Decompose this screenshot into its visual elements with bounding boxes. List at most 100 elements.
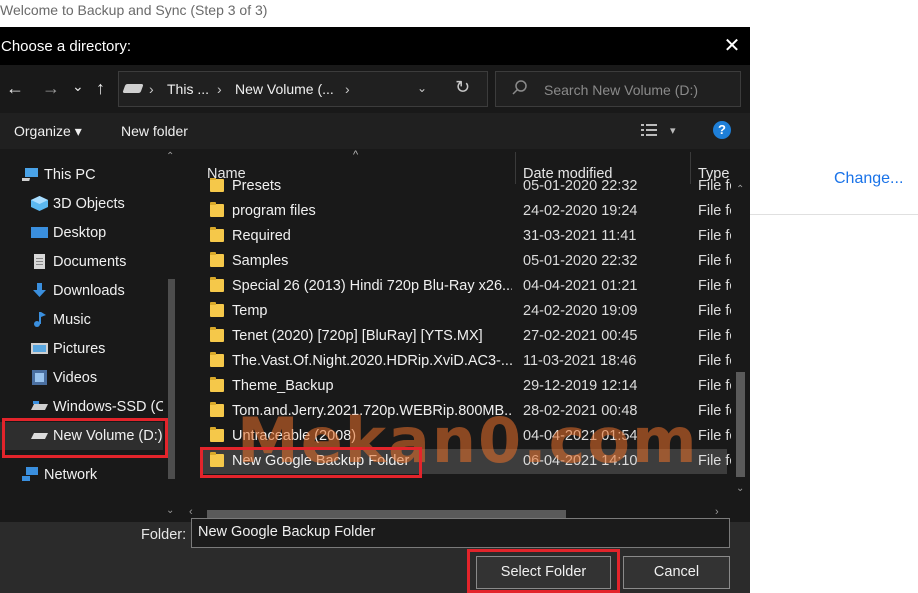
close-icon[interactable]: ✕ <box>718 33 746 59</box>
sidebar-item-3d-objects[interactable]: 3D Objects <box>0 190 168 218</box>
scroll-down-icon[interactable]: ⌄ <box>166 505 174 516</box>
new-folder-button[interactable]: New folder <box>121 123 188 139</box>
file-date: 31-03-2021 11:41 <box>523 228 637 244</box>
file-name: The.Vast.Of.Night.2020.HDRip.XviD.AC3-..… <box>232 353 512 369</box>
file-type: File fo <box>698 353 731 369</box>
file-type: File fo <box>698 228 731 244</box>
refresh-icon[interactable]: ↻ <box>455 77 470 98</box>
file-date: 05-01-2020 22:32 <box>523 253 638 269</box>
videos-icon <box>32 370 47 385</box>
file-name: Presets <box>232 178 282 194</box>
folder-icon <box>210 352 224 367</box>
sidebar-item-new-volume[interactable]: New Volume (D:) <box>0 422 168 450</box>
file-date: 11-03-2021 18:46 <box>523 353 637 369</box>
table-row[interactable]: Required 31-03-2021 11:41 File fo <box>203 224 731 249</box>
sidebar-item-documents[interactable]: Documents <box>0 248 168 276</box>
file-date: 05-01-2020 22:32 <box>523 178 638 194</box>
scroll-down-icon[interactable]: ⌄ <box>736 483 744 494</box>
table-row[interactable]: Special 26 (2013) Hindi 720p Blu-Ray x26… <box>203 274 731 299</box>
desktop-icon <box>31 227 48 238</box>
table-row[interactable]: The.Vast.Of.Night.2020.HDRip.XviD.AC3-..… <box>203 349 731 374</box>
file-type: File fo <box>698 328 731 344</box>
sidebar-item-label: 3D Objects <box>53 196 125 212</box>
search-icon <box>512 80 527 95</box>
downloads-icon <box>33 283 46 297</box>
sidebar-item-label: Videos <box>53 370 98 386</box>
cancel-button[interactable]: Cancel <box>623 556 730 589</box>
file-type: File fo <box>698 278 731 294</box>
scrollbar-thumb[interactable] <box>207 510 566 518</box>
sidebar-item-videos[interactable]: Videos <box>0 364 168 392</box>
file-type: File fo <box>698 428 731 444</box>
sidebar-item-pictures[interactable]: Pictures <box>0 335 168 363</box>
file-date: 04-04-2021 01:21 <box>523 278 638 294</box>
sidebar-item-this-pc[interactable]: This PC <box>0 161 168 189</box>
background-window-title: Welcome to Backup and Sync (Step 3 of 3) <box>0 2 268 18</box>
scroll-up-icon[interactable]: ⌃ <box>166 151 174 162</box>
drive-icon <box>31 401 48 410</box>
scrollbar-thumb[interactable] <box>736 372 745 477</box>
sidebar-item-music[interactable]: Music <box>0 306 168 334</box>
help-icon[interactable]: ? <box>713 121 731 139</box>
file-date: 24-02-2020 19:24 <box>523 203 638 219</box>
forward-arrow-icon[interactable]: → <box>42 77 60 99</box>
sidebar-item-network[interactable]: Network <box>0 461 168 489</box>
folder-icon <box>210 178 224 192</box>
folder-icon <box>210 377 224 392</box>
up-arrow-icon[interactable]: ↑ <box>96 77 105 99</box>
sidebar-item-label: Network <box>44 467 98 483</box>
search-box[interactable]: Search New Volume (D:) <box>495 71 741 107</box>
view-options-icon[interactable] <box>641 124 657 137</box>
scroll-left-icon[interactable]: ‹ <box>189 506 193 518</box>
sidebar-item-label: Pictures <box>53 341 106 357</box>
sidebar-scrollbar[interactable]: ⌃ ⌄ <box>163 149 181 522</box>
address-dropdown-icon[interactable]: ⌄ <box>417 81 427 95</box>
file-name: program files <box>232 203 316 219</box>
change-link[interactable]: Change... <box>834 170 903 188</box>
scroll-right-icon[interactable]: › <box>715 506 719 518</box>
table-row[interactable]: Presets 05-01-2020 22:32 File fo <box>203 178 731 199</box>
watermark: Mekan0.com <box>237 404 699 477</box>
sidebar-item-desktop[interactable]: Desktop <box>0 219 168 247</box>
folder-name-input[interactable]: New Google Backup Folder <box>191 518 730 548</box>
file-date: 27-02-2021 00:45 <box>523 328 638 344</box>
sidebar-item-windows-ssd[interactable]: Windows-SSD (C <box>0 393 168 421</box>
folder-icon <box>210 302 224 317</box>
dialog-titlebar: Choose a directory: ✕ <box>0 27 750 65</box>
drive-icon <box>31 433 48 439</box>
pictures-icon <box>31 343 48 354</box>
table-row[interactable]: Temp 24-02-2020 19:09 File fo <box>203 299 731 324</box>
sort-caret-icon: ^ <box>353 149 359 161</box>
address-bar[interactable]: › This ... › New Volume (... › ⌄ ↻ <box>118 71 488 107</box>
file-type: File fo <box>698 378 731 394</box>
drive-icon <box>122 84 144 93</box>
computer-icon <box>22 168 38 181</box>
folder-icon <box>210 202 224 217</box>
sidebar-item-label: Documents <box>53 254 127 270</box>
breadcrumb-separator-icon: › <box>149 81 154 97</box>
table-row[interactable]: program files 24-02-2020 19:24 File fo <box>203 199 731 224</box>
file-date: 29-12-2019 12:14 <box>523 378 638 394</box>
navigation-pane: This PC 3D Objects Desktop Documents Dow… <box>0 149 181 522</box>
toolbar: Organize ▾ New folder ▾ ? <box>0 113 750 149</box>
music-icon <box>34 312 46 327</box>
table-row[interactable]: Tenet (2020) [720p] [BluRay] [YTS.MX] 27… <box>203 324 731 349</box>
select-folder-button[interactable]: Select Folder <box>476 556 611 589</box>
folder-icon <box>210 427 224 442</box>
view-dropdown-icon[interactable]: ▾ <box>670 124 676 137</box>
organize-button[interactable]: Organize ▾ <box>14 123 82 140</box>
sidebar-item-label: This PC <box>44 167 96 183</box>
file-name: Required <box>232 228 291 244</box>
breadcrumb-new-volume[interactable]: New Volume (... <box>235 81 334 97</box>
scrollbar-thumb[interactable] <box>168 279 175 479</box>
scroll-up-icon[interactable]: ⌃ <box>736 184 744 195</box>
sidebar-item-label: Downloads <box>53 283 125 299</box>
back-arrow-icon[interactable]: ← <box>6 77 24 99</box>
file-list-vertical-scrollbar[interactable]: ⌃ ⌄ <box>732 149 750 503</box>
recent-locations-chevron-icon[interactable]: ⌄ <box>72 75 84 97</box>
table-row[interactable]: Theme_Backup 29-12-2019 12:14 File fo <box>203 374 731 399</box>
sidebar-item-downloads[interactable]: Downloads <box>0 277 168 305</box>
table-row[interactable]: Samples 05-01-2020 22:32 File fo <box>203 249 731 274</box>
breadcrumb-separator-icon: › <box>345 81 350 97</box>
breadcrumb-this-pc[interactable]: This ... <box>167 81 209 97</box>
